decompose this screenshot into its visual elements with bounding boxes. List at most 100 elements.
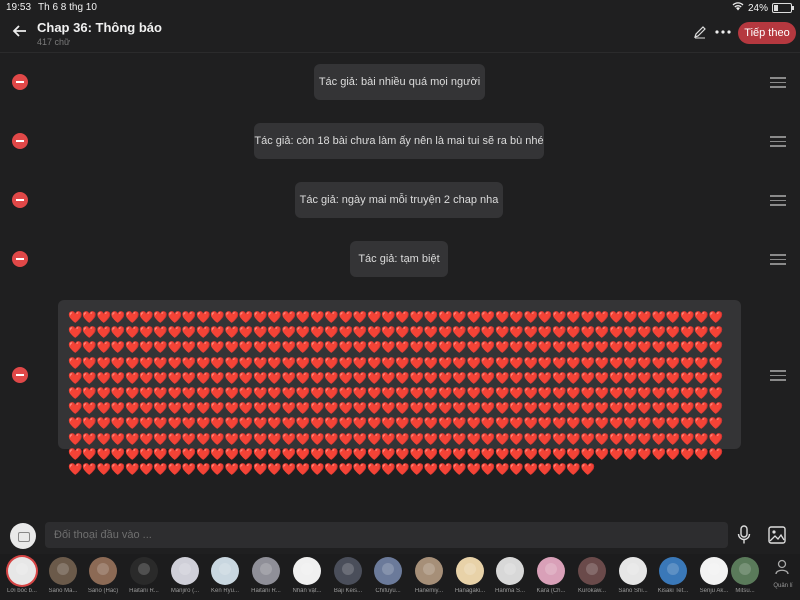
drag-handle-icon[interactable] xyxy=(770,136,786,147)
remove-message-button[interactable] xyxy=(12,192,28,208)
manage-label: Quản lí xyxy=(773,583,793,589)
character-strip: Lời bóc b... Sano Ma... Sano (Hắc) Haita… xyxy=(0,554,800,600)
character-name: Kurokaw... xyxy=(577,588,606,594)
character-name: Haitani R... xyxy=(251,588,281,594)
sticker-button[interactable] xyxy=(10,523,36,549)
character-name: Sano Shi... xyxy=(618,588,648,594)
image-button[interactable] xyxy=(768,526,786,544)
message-bubble[interactable]: Tác giả: bài nhiều quá mọi người xyxy=(314,64,485,100)
character-avatar xyxy=(374,557,402,585)
status-time: 19:53 xyxy=(6,2,32,13)
mic-button[interactable] xyxy=(737,525,753,545)
character-item[interactable]: Sano Ma... xyxy=(43,557,83,594)
back-button[interactable] xyxy=(10,23,30,43)
character-avatar xyxy=(578,557,606,585)
character-avatar xyxy=(619,557,647,585)
character-avatar xyxy=(496,557,524,585)
status-date: Th 6 8 thg 10 xyxy=(38,2,97,13)
character-item[interactable]: Haitani R... xyxy=(246,557,286,594)
character-avatar xyxy=(8,557,36,585)
character-avatar xyxy=(537,557,565,585)
character-item[interactable]: Mitsu... xyxy=(728,557,762,594)
message-bubble-hearts[interactable]: ❤️❤️❤️❤️❤️❤️❤️❤️❤️❤️❤️❤️❤️❤️❤️❤️❤️❤️❤️❤️… xyxy=(58,300,741,476)
character-item[interactable]: Kara (Ch... xyxy=(531,557,571,594)
character-name: Haitani R... xyxy=(129,588,159,594)
character-avatar xyxy=(659,557,687,585)
character-avatar xyxy=(731,557,759,585)
character-avatar xyxy=(171,557,199,585)
status-right: 24% xyxy=(732,2,794,14)
character-name: Manjiro (... xyxy=(170,588,200,594)
header: Chap 36: Thông báo 417 chữ Tiếp theo xyxy=(0,16,800,53)
word-count: 417 chữ xyxy=(37,37,71,47)
character-name: Hanemiy... xyxy=(414,588,444,594)
character-item[interactable]: Hanagaki... xyxy=(450,557,490,594)
character-name: Hanagaki... xyxy=(454,588,486,594)
character-name: Ken Ryu... xyxy=(210,588,239,594)
drag-handle-icon[interactable] xyxy=(770,254,786,265)
dialogue-input[interactable] xyxy=(45,522,728,548)
character-item[interactable]: Manjiro (... xyxy=(165,557,205,594)
microphone-icon xyxy=(737,525,751,544)
input-bar xyxy=(0,519,800,552)
message-bubble[interactable]: Tác giả: tạm biệt xyxy=(350,241,448,277)
remove-message-button[interactable] xyxy=(12,74,28,90)
character-name: Mitsu... xyxy=(735,588,755,594)
character-item[interactable]: Baji Keis... xyxy=(328,557,368,594)
character-item[interactable]: Hanma S... xyxy=(490,557,530,594)
wifi-icon xyxy=(732,2,744,14)
battery-icon xyxy=(772,3,794,13)
character-item[interactable]: Sano Shi... xyxy=(613,557,653,594)
character-name: Kisaki Tet... xyxy=(657,588,689,594)
status-bar: 19:53 Th 6 8 thg 10 24% xyxy=(0,0,800,16)
more-options-button[interactable] xyxy=(714,25,732,41)
character-item[interactable]: Nhân vật... xyxy=(287,557,327,594)
character-avatar xyxy=(293,557,321,585)
character-item[interactable]: Chifuyu... xyxy=(368,557,408,594)
battery-percent: 24% xyxy=(747,2,768,14)
remove-message-button[interactable] xyxy=(12,133,28,149)
remove-message-button[interactable] xyxy=(12,251,28,267)
character-avatar xyxy=(456,557,484,585)
drag-handle-icon[interactable] xyxy=(770,195,786,206)
character-item[interactable]: Hanemiy... xyxy=(409,557,449,594)
character-name: Sano (Hắc) xyxy=(87,588,119,594)
more-dots-icon xyxy=(715,30,731,34)
character-item[interactable]: Ken Ryu... xyxy=(205,557,245,594)
character-avatar xyxy=(415,557,443,585)
drag-handle-icon[interactable] xyxy=(770,370,786,381)
character-avatar xyxy=(89,557,117,585)
character-avatar xyxy=(49,557,77,585)
character-item[interactable]: Sano (Hắc) xyxy=(83,557,123,594)
edit-button[interactable] xyxy=(693,25,709,41)
drag-handle-icon[interactable] xyxy=(770,77,786,88)
character-item[interactable]: Kurokaw... xyxy=(572,557,612,594)
manage-characters-button[interactable]: Quản lí xyxy=(770,558,796,589)
remove-message-button[interactable] xyxy=(12,367,28,383)
message-row: Tác giả: bài nhiều quá mọi người xyxy=(0,64,800,100)
arrow-left-icon xyxy=(12,25,26,37)
character-name: Nhân vật... xyxy=(292,588,322,594)
message-row: Tác giả: ngày mai mỗi truyện 2 chap nha xyxy=(0,182,800,218)
character-avatar xyxy=(700,557,728,585)
character-avatar xyxy=(334,557,362,585)
pencil-icon xyxy=(694,26,706,39)
character-name: Kara (Ch... xyxy=(536,588,566,594)
user-settings-icon xyxy=(775,559,789,575)
message-row: Tác giả: tạm biệt xyxy=(0,241,800,277)
character-avatar xyxy=(130,557,158,585)
hearts-text: ❤️❤️❤️❤️❤️❤️❤️❤️❤️❤️❤️❤️❤️❤️❤️❤️❤️❤️❤️❤️… xyxy=(68,311,723,477)
character-item[interactable]: Haitani R... xyxy=(124,557,164,594)
image-icon xyxy=(768,526,786,544)
character-item[interactable]: Lời bóc b... xyxy=(2,557,42,594)
message-bubble[interactable]: Tác giả: còn 18 bài chưa làm ấy nên là m… xyxy=(254,123,544,159)
character-name: Baji Keis... xyxy=(333,588,363,594)
character-name: Chifuyu... xyxy=(375,588,401,594)
character-avatar xyxy=(252,557,280,585)
message-bubble[interactable]: Tác giả: ngày mai mỗi truyện 2 chap nha xyxy=(295,182,503,218)
character-name: Lời bóc b... xyxy=(7,588,37,594)
next-chapter-button[interactable]: Tiếp theo xyxy=(738,22,796,44)
character-item[interactable]: Kisaki Tet... xyxy=(653,557,693,594)
page-title: Chap 36: Thông báo xyxy=(37,20,162,35)
message-row: Tác giả: còn 18 bài chưa làm ấy nên là m… xyxy=(0,123,800,159)
